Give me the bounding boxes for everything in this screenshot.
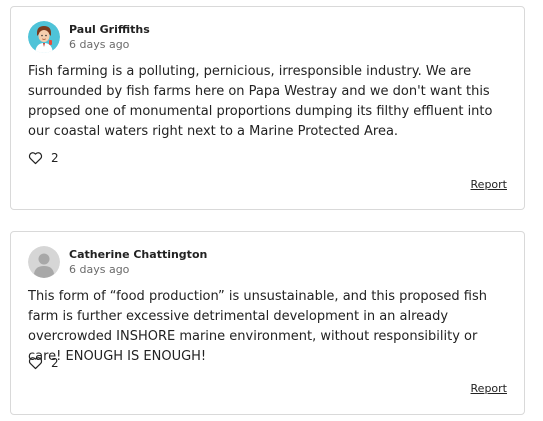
like-count: 2 <box>51 356 59 370</box>
heart-icon <box>28 357 43 370</box>
like-button[interactable]: 2 <box>28 356 59 370</box>
comment-feed: Paul Griffiths 6 days ago Fish farming i… <box>0 0 543 421</box>
comment-body: Fish farming is a polluting, pernicious,… <box>28 64 493 139</box>
like-button[interactable]: 2 <box>28 151 59 165</box>
comment-header: Paul Griffiths 6 days ago <box>28 21 150 53</box>
comment-card: Paul Griffiths 6 days ago Fish farming i… <box>10 6 525 210</box>
author-name[interactable]: Paul Griffiths <box>69 22 150 37</box>
like-count: 2 <box>51 151 59 165</box>
default-user-avatar-icon <box>28 246 60 278</box>
comment-header: Catherine Chattington 6 days ago <box>28 246 207 278</box>
comment-body: This form of “food production” is unsust… <box>28 289 487 364</box>
cartoon-person-avatar-icon <box>28 21 60 53</box>
avatar[interactable] <box>28 246 60 278</box>
avatar[interactable] <box>28 21 60 53</box>
author-block: Catherine Chattington 6 days ago <box>69 247 207 277</box>
comment-card: Catherine Chattington 6 days ago This fo… <box>10 231 525 415</box>
author-name[interactable]: Catherine Chattington <box>69 247 207 262</box>
timestamp: 6 days ago <box>69 263 130 276</box>
author-block: Paul Griffiths 6 days ago <box>69 22 150 52</box>
report-link[interactable]: Report <box>471 178 507 191</box>
report-link[interactable]: Report <box>471 382 507 395</box>
timestamp: 6 days ago <box>69 38 130 51</box>
heart-icon <box>28 152 43 165</box>
